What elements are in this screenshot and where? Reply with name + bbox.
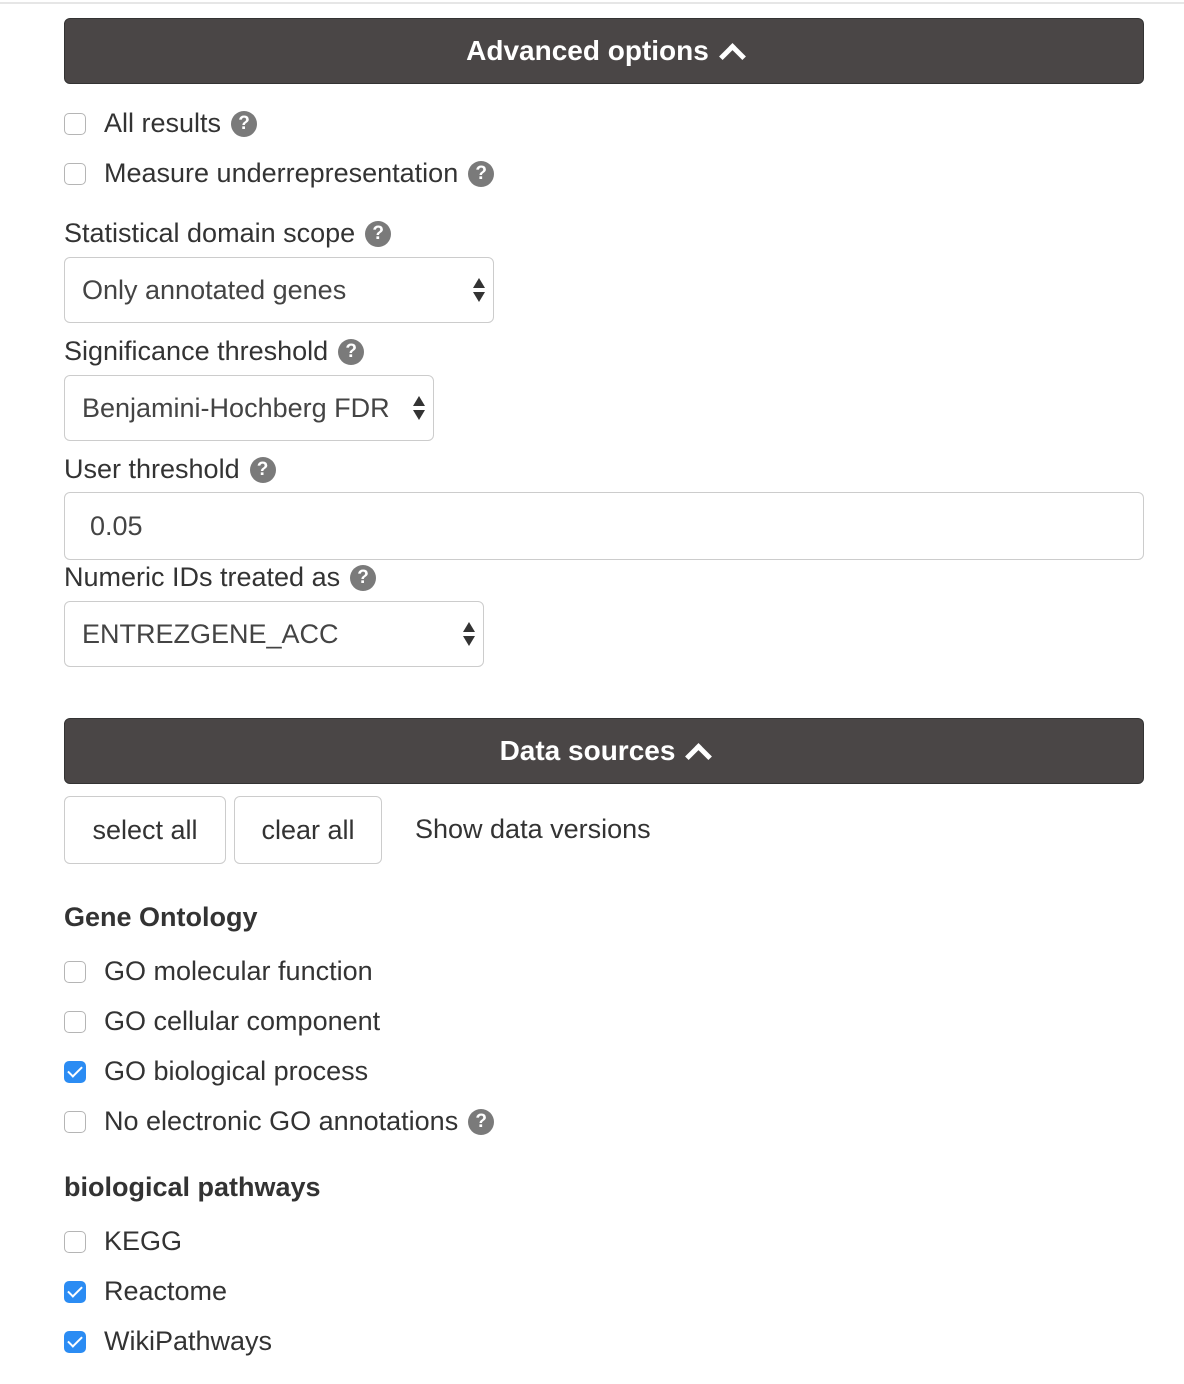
chevron-up-icon bbox=[685, 742, 713, 770]
numeric-ids-label: Numeric IDs treated as bbox=[64, 562, 341, 592]
user-threshold-input[interactable]: 0.05 bbox=[64, 492, 1144, 560]
go-cellular-component-row: GO cellular component bbox=[64, 1006, 380, 1037]
top-divider bbox=[0, 2, 1184, 4]
significance-label: Significance threshold bbox=[64, 336, 329, 366]
domain-scope-label: Statistical domain scope bbox=[64, 218, 356, 248]
go-molecular-function-label: GO molecular function bbox=[104, 956, 373, 986]
advanced-options-header[interactable]: Advanced options bbox=[64, 18, 1144, 84]
question-circle-icon[interactable]: ? bbox=[365, 220, 392, 247]
wikipathways-checkbox[interactable] bbox=[64, 1330, 86, 1353]
question-circle-icon[interactable]: ? bbox=[231, 110, 258, 137]
advanced-options-title: Advanced options bbox=[466, 35, 709, 66]
select-all-button[interactable]: select all bbox=[64, 796, 226, 864]
no-electronic-go-checkbox[interactable] bbox=[64, 1110, 86, 1133]
underrepresentation-row: Measure underrepresentation ? bbox=[64, 158, 495, 189]
underrepresentation-checkbox[interactable] bbox=[64, 162, 86, 185]
domain-scope-value: Only annotated genes bbox=[82, 274, 347, 305]
all-results-label: All results bbox=[104, 108, 222, 138]
go-cellular-component-label: GO cellular component bbox=[104, 1006, 381, 1036]
go-molecular-function-checkbox[interactable] bbox=[64, 960, 86, 983]
go-molecular-function-row: GO molecular function bbox=[64, 956, 373, 987]
show-data-versions-link[interactable]: Show data versions bbox=[415, 814, 651, 845]
select-arrows-icon bbox=[473, 278, 485, 302]
user-threshold-label-row: User threshold ? bbox=[64, 454, 276, 485]
significance-value: Benjamini-Hochberg FDR bbox=[82, 392, 390, 423]
numeric-ids-value: ENTREZGENE_ACC bbox=[82, 618, 339, 649]
clear-all-label: clear all bbox=[261, 814, 355, 845]
clear-all-button[interactable]: clear all bbox=[234, 796, 382, 864]
all-results-row: All results ? bbox=[64, 108, 258, 139]
kegg-label: KEGG bbox=[104, 1226, 183, 1256]
question-circle-icon[interactable]: ? bbox=[468, 1108, 495, 1135]
question-circle-icon[interactable]: ? bbox=[350, 564, 377, 591]
go-biological-process-label: GO biological process bbox=[104, 1056, 369, 1086]
chevron-up-icon bbox=[718, 42, 746, 70]
significance-select[interactable]: Benjamini-Hochberg FDR bbox=[64, 375, 434, 441]
reactome-label: Reactome bbox=[104, 1276, 228, 1306]
wikipathways-label: WikiPathways bbox=[104, 1326, 273, 1356]
question-circle-icon[interactable]: ? bbox=[338, 338, 365, 365]
data-sources-header[interactable]: Data sources bbox=[64, 718, 1144, 784]
kegg-checkbox[interactable] bbox=[64, 1230, 86, 1253]
user-threshold-label: User threshold bbox=[64, 454, 240, 484]
domain-scope-label-row: Statistical domain scope ? bbox=[64, 218, 392, 249]
gene-ontology-title: Gene Ontology bbox=[64, 902, 258, 932]
wikipathways-row: WikiPathways bbox=[64, 1326, 272, 1357]
significance-label-row: Significance threshold ? bbox=[64, 336, 365, 367]
select-arrows-icon bbox=[413, 396, 425, 420]
data-sources-title: Data sources bbox=[499, 735, 676, 766]
select-arrows-icon bbox=[463, 622, 475, 646]
biological-pathways-title: biological pathways bbox=[64, 1172, 321, 1202]
reactome-checkbox[interactable] bbox=[64, 1280, 86, 1303]
go-biological-process-row: GO biological process bbox=[64, 1056, 368, 1087]
numeric-ids-select[interactable]: ENTREZGENE_ACC bbox=[64, 601, 484, 667]
go-biological-process-checkbox[interactable] bbox=[64, 1060, 86, 1083]
numeric-ids-label-row: Numeric IDs treated as ? bbox=[64, 562, 377, 593]
underrepresentation-label: Measure underrepresentation bbox=[104, 158, 459, 188]
no-electronic-go-row: No electronic GO annotations ? bbox=[64, 1106, 495, 1137]
go-cellular-component-checkbox[interactable] bbox=[64, 1010, 86, 1033]
user-threshold-value: 0.05 bbox=[90, 510, 143, 541]
reactome-row: Reactome bbox=[64, 1276, 227, 1307]
no-electronic-go-label: No electronic GO annotations bbox=[104, 1106, 459, 1136]
domain-scope-select[interactable]: Only annotated genes bbox=[64, 257, 494, 323]
question-circle-icon[interactable]: ? bbox=[249, 456, 276, 483]
all-results-checkbox[interactable] bbox=[64, 112, 86, 135]
select-all-label: select all bbox=[92, 814, 198, 845]
question-circle-icon[interactable]: ? bbox=[468, 160, 495, 187]
page: Advanced options All results ? Measure u… bbox=[0, 0, 1184, 1384]
kegg-row: KEGG bbox=[64, 1226, 182, 1257]
